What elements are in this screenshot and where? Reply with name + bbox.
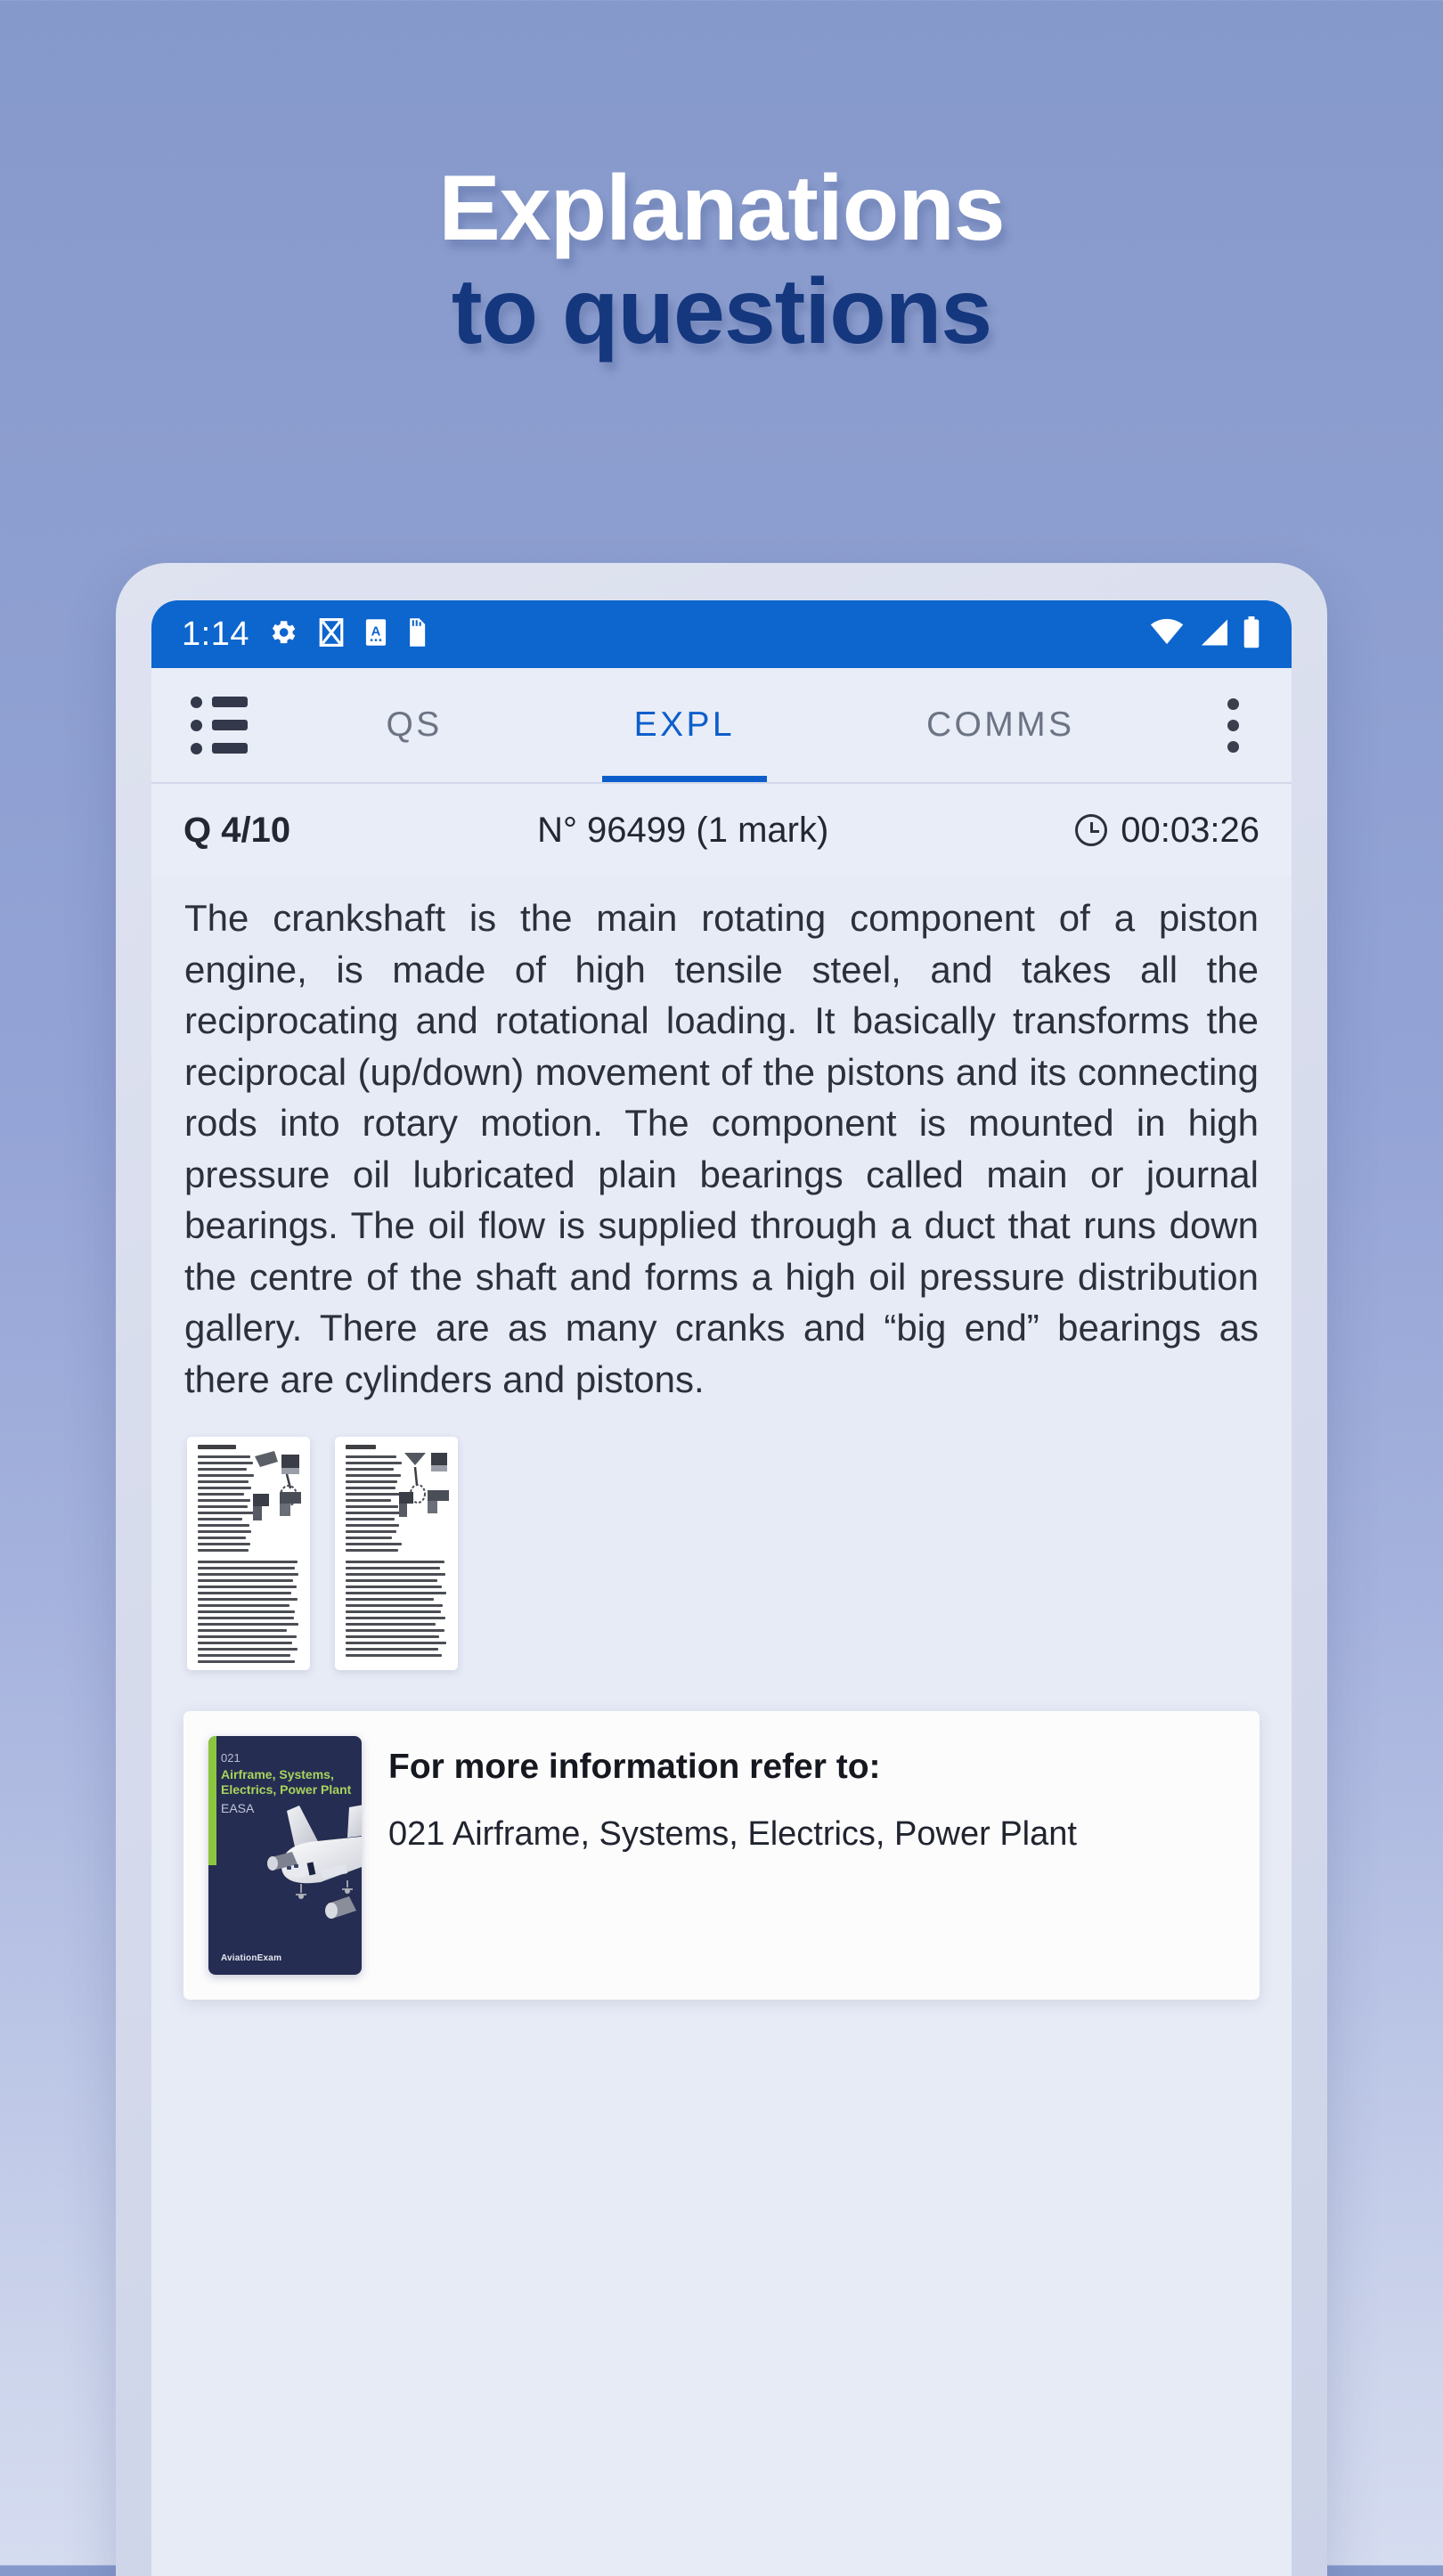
more-vertical-icon[interactable] — [1206, 697, 1260, 753]
timer-value: 00:03:26 — [1121, 810, 1260, 850]
question-number: N° 96499 (1 mark) — [537, 810, 829, 850]
signal-icon — [1197, 618, 1229, 651]
question-info-bar: Q 4/10 N° 96499 (1 mark) 00:03:26 — [151, 784, 1292, 876]
airplane-illustration — [267, 1805, 362, 1920]
battery-icon — [1242, 615, 1261, 653]
phone-screen: 1:14 A QS EXPL COMMS Q 4/10 N° 96499 (1 … — [151, 600, 1292, 2576]
attachment-thumbnails — [183, 1437, 1260, 1671]
question-counter: Q 4/10 — [183, 810, 291, 850]
tab-list: QS EXPL COMMS — [249, 668, 1206, 782]
book-code: 021 — [221, 1751, 240, 1765]
status-bar-left: 1:14 A — [182, 615, 428, 654]
tab-comms[interactable]: COMMS — [919, 668, 1082, 782]
gear-icon — [268, 617, 298, 652]
clock-icon — [1075, 814, 1108, 846]
headline-line-1: Explanations — [438, 157, 1005, 260]
explanation-content: The crankshaft is the main rotating comp… — [151, 893, 1292, 2001]
phone-frame: 1:14 A QS EXPL COMMS Q 4/10 N° 96499 (1 … — [116, 563, 1327, 2576]
book-cover-thumbnail[interactable]: 021 Airframe, Systems, Electrics, Power … — [208, 1736, 362, 1976]
list-icon[interactable] — [191, 696, 249, 754]
explanation-text: The crankshaft is the main rotating comp… — [184, 897, 1259, 1400]
book-title: Airframe, Systems, Electrics, Power Plan… — [221, 1766, 352, 1797]
status-time: 1:14 — [182, 615, 249, 653]
reference-card-body: For more information refer to: 021 Airfr… — [362, 1736, 1235, 1856]
promo-headline: Explanations to questions — [0, 159, 1443, 363]
tab-qs[interactable]: QS — [379, 668, 450, 782]
sd-card-icon — [406, 617, 428, 652]
app-tab-bar: QS EXPL COMMS — [151, 668, 1292, 784]
scanned-page-thumbnail-1[interactable] — [187, 1437, 310, 1671]
scanned-page-thumbnail-2[interactable] — [335, 1437, 458, 1671]
book-brand: AviationExam — [221, 1953, 282, 1964]
reference-text: 021 Airframe, Systems, Electrics, Power … — [388, 1815, 1077, 1854]
svg-text:A: A — [371, 624, 381, 639]
reference-heading: For more information refer to: — [388, 1748, 881, 1787]
tab-expl[interactable]: EXPL — [601, 668, 768, 782]
headline-line-2: to questions — [451, 260, 992, 364]
question-timer: 00:03:26 — [1075, 811, 1260, 851]
a-box-icon: A — [364, 618, 387, 651]
book-accent-stripe — [208, 1736, 216, 1866]
status-bar: 1:14 A — [151, 600, 1292, 668]
reference-card[interactable]: 021 Airframe, Systems, Electrics, Power … — [183, 1711, 1260, 2001]
crossed-box-icon — [317, 617, 346, 652]
wifi-icon — [1149, 618, 1185, 651]
status-bar-right — [1149, 615, 1261, 653]
